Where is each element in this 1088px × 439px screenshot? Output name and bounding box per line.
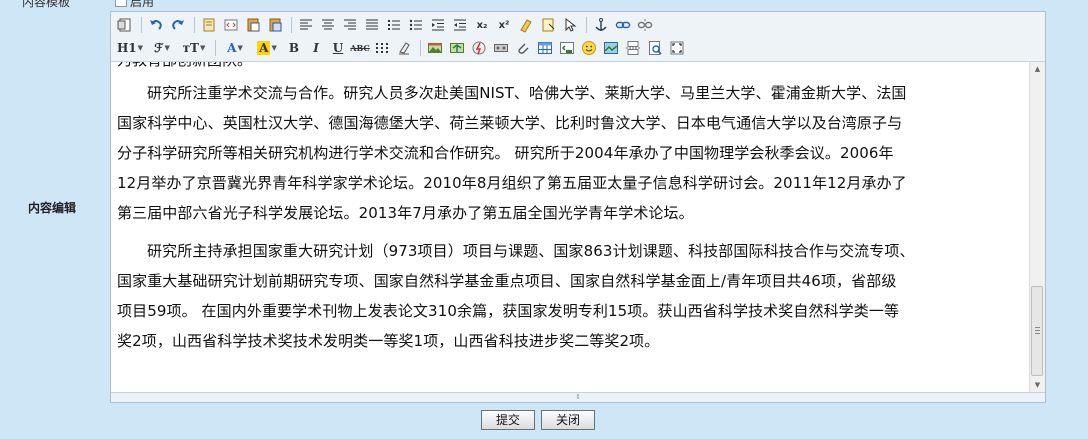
- remove-format-icon[interactable]: [394, 38, 414, 58]
- page-break-icon[interactable]: [623, 38, 643, 58]
- close-button[interactable]: 关闭: [541, 410, 595, 430]
- preview-icon[interactable]: [645, 38, 665, 58]
- content-paragraph: 研究所注重学术交流与合作。研究人员多次赴美国NIST、哈佛大学、莱斯大学、马里兰…: [117, 78, 1017, 228]
- rich-text-editor: x₂x² H1▼ℱ▼тT▼A▼A▼BIUABC 为教育部创新团队。 研究所注重学…: [110, 11, 1046, 403]
- clear-format-icon[interactable]: [516, 15, 536, 35]
- toolbar-separator: [291, 17, 292, 33]
- subscript-icon-label: x₂: [476, 19, 488, 31]
- template-label: 内容模板: [22, 0, 71, 9]
- italic-button-label: I: [313, 41, 319, 55]
- toolbar-separator: [586, 17, 587, 33]
- underline-button-label: U: [332, 41, 344, 55]
- flash-icon[interactable]: [469, 38, 489, 58]
- paragraph-line: 研究所主持承担国家重大研究计划（973项目）项目与课题、国家863计划课题、科技…: [147, 242, 915, 260]
- paragraph-line: 第三届中部六省光子科学发展论坛。2013年7月承办了第五届全国光学青年学术论坛。: [117, 204, 694, 222]
- font-family-dropdown-label: ℱ: [154, 41, 164, 55]
- superscript-icon-label: x²: [498, 19, 510, 31]
- insert-code-icon[interactable]: [557, 38, 577, 58]
- partial-text-line: 为教育部创新团队。: [117, 62, 1017, 70]
- paragraph-line: 国家科学中心、英国杜汉大学、德国海德堡大学、荷兰莱顿大学、比利时鲁汶大学、日本电…: [117, 114, 903, 132]
- heading-dropdown[interactable]: H1 ▼: [115, 38, 145, 58]
- content-edit-label: 内容编辑: [27, 201, 76, 215]
- undo-icon[interactable]: [146, 15, 166, 35]
- dropdown-arrow-icon: ▼: [164, 44, 170, 52]
- toolbar-row-2: H1 ▼ ℱ ▼ тT ▼ A ▼ A ▼ B I U ABC: [115, 37, 1041, 59]
- submit-button[interactable]: 提交: [481, 410, 535, 430]
- align-left-icon[interactable]: [296, 15, 316, 35]
- multi-image-icon[interactable]: [447, 38, 467, 58]
- pointer-icon[interactable]: [560, 15, 580, 35]
- scrollbar-thumb[interactable]: [1031, 286, 1043, 376]
- ordered-list-icon[interactable]: [384, 15, 404, 35]
- font-color-dropdown-label: A: [227, 41, 237, 55]
- template-icon[interactable]: [199, 15, 219, 35]
- paste-text-icon[interactable]: [243, 15, 263, 35]
- paste-word-icon[interactable]: [265, 15, 285, 35]
- scroll-up-arrow-icon[interactable]: ▲: [1030, 62, 1045, 76]
- link-icon[interactable]: [613, 15, 633, 35]
- font-size-dropdown[interactable]: тT ▼: [179, 38, 209, 58]
- paragraph-line: 分子科学研究所等相关研究机构进行学术交流和合作研究。 研究所于2004年承办了中…: [117, 144, 894, 162]
- toolbar-row-1: x₂ x²: [115, 14, 1041, 36]
- paragraph-line: 12月举办了京晋冀光界青年科学家学术论坛。2010年8月组织了第五届亚太量子信息…: [117, 174, 907, 192]
- select-all-icon[interactable]: [538, 15, 558, 35]
- editor-toolbar: x₂ x² H1 ▼ ℱ ▼ тT ▼ A ▼ A ▼ B I U ABC: [111, 12, 1045, 62]
- paragraph-line: 研究所注重学术交流与合作。研究人员多次赴美国NIST、哈佛大学、莱斯大学、马里兰…: [147, 84, 907, 102]
- highlight-dropdown[interactable]: A ▼: [252, 38, 282, 58]
- source-icon[interactable]: [115, 15, 135, 35]
- italic-button[interactable]: I: [306, 38, 326, 58]
- paragraph-line: 国家重大基础研究计划前期研究专项、国家自然科学基金重点项目、国家自然科学基金面上…: [117, 272, 897, 290]
- template-checkbox-label: 启用: [130, 0, 155, 9]
- underline-button[interactable]: U: [328, 38, 348, 58]
- highlight-dropdown-label: A: [257, 41, 271, 55]
- outdent-icon[interactable]: [450, 15, 470, 35]
- font-family-dropdown[interactable]: ℱ ▼: [147, 38, 177, 58]
- dropdown-arrow-icon: ▼: [237, 44, 243, 52]
- align-center-icon[interactable]: [318, 15, 338, 35]
- editor-content-area[interactable]: 为教育部创新团队。 研究所注重学术交流与合作。研究人员多次赴美国NIST、哈佛大…: [111, 62, 1029, 392]
- anchor-icon[interactable]: [591, 15, 611, 35]
- redo-icon[interactable]: [168, 15, 188, 35]
- vertical-scrollbar[interactable]: ▲ ▼: [1029, 62, 1045, 392]
- attachment-icon[interactable]: [513, 38, 533, 58]
- strikethrough-button[interactable]: ABC: [350, 38, 370, 58]
- toolbar-separator: [194, 17, 195, 33]
- top-row: 内容模板 启用: [0, 0, 1088, 9]
- template-checkbox[interactable]: [115, 0, 127, 7]
- toolbar-separator: [420, 40, 421, 56]
- line-height-icon[interactable]: [372, 38, 392, 58]
- dropdown-arrow-icon: ▼: [271, 44, 277, 52]
- heading-dropdown-label: H1: [116, 41, 137, 55]
- toolbar-separator: [215, 40, 216, 56]
- dropdown-arrow-icon: ▼: [199, 44, 206, 52]
- code-icon[interactable]: [221, 15, 241, 35]
- unordered-list-icon[interactable]: [406, 15, 426, 35]
- toolbar-separator: [141, 17, 142, 33]
- scroll-down-arrow-icon[interactable]: ▼: [1030, 378, 1045, 392]
- align-justify-icon[interactable]: [362, 15, 382, 35]
- subscript-icon[interactable]: x₂: [472, 15, 492, 35]
- table-icon[interactable]: [535, 38, 555, 58]
- bold-button-label: B: [288, 41, 300, 55]
- editor-resize-handle[interactable]: ⇕: [111, 392, 1045, 402]
- dropdown-arrow-icon: ▼: [137, 44, 144, 52]
- align-right-icon[interactable]: [340, 15, 360, 35]
- indent-icon[interactable]: [428, 15, 448, 35]
- paragraph-line: 项目59项。 在国内外重要学术刊物上发表论文310余篇，获国家发明专利15项。获…: [117, 302, 900, 320]
- paragraph-line: 奖2项，山西省科学技术奖技术发明类一等奖1项，山西省科技进步奖二等奖2项。: [117, 332, 660, 350]
- font-size-dropdown-label: тT: [182, 41, 199, 55]
- fullscreen-icon[interactable]: [667, 38, 687, 58]
- font-color-dropdown[interactable]: A ▼: [220, 38, 250, 58]
- media-icon[interactable]: [491, 38, 511, 58]
- superscript-icon[interactable]: x²: [494, 15, 514, 35]
- bold-button[interactable]: B: [284, 38, 304, 58]
- strikethrough-button-label: ABC: [350, 43, 370, 53]
- content-paragraph: 研究所主持承担国家重大研究计划（973项目）项目与课题、国家863计划课题、科技…: [117, 236, 1017, 356]
- image-icon[interactable]: [425, 38, 445, 58]
- unlink-icon[interactable]: [635, 15, 655, 35]
- emoticon-icon[interactable]: [579, 38, 599, 58]
- map-icon[interactable]: [601, 38, 621, 58]
